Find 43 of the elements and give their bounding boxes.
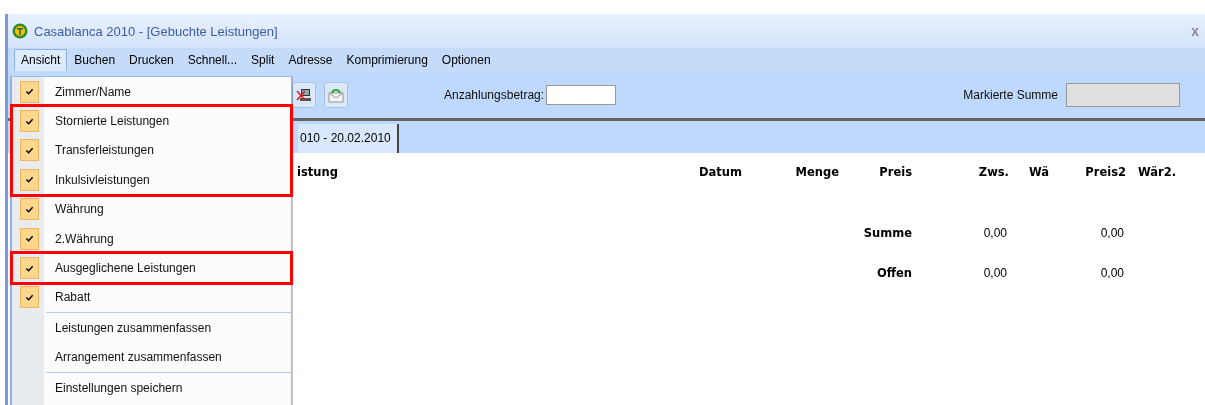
app-logo-icon xyxy=(12,23,28,39)
column-header: Preis2 xyxy=(1084,165,1126,179)
column-header: Datum xyxy=(699,165,743,179)
total-value: 0,00 xyxy=(982,266,1008,280)
menu-item[interactable]: Schnell... xyxy=(180,49,245,71)
menu-option[interactable]: Zimmer/Name xyxy=(55,84,131,99)
menu-option[interactable]: Ausgeglichene Leistungen xyxy=(55,261,196,276)
menu-option[interactable]: 2.Währung xyxy=(55,231,114,246)
computer-delete-icon xyxy=(296,87,312,103)
menu-option[interactable]: Transferleistungen xyxy=(55,143,154,158)
mail-button[interactable] xyxy=(324,82,348,108)
total-value: 0,00 xyxy=(1099,266,1125,280)
menu-option[interactable]: Leistungen zusammenfassen xyxy=(55,320,212,335)
date-range-tab[interactable]: 010 - 20.02.2010 xyxy=(298,124,399,153)
menu-option[interactable]: Einstellungen speichern xyxy=(55,380,183,395)
menu-item[interactable]: Adresse xyxy=(281,49,340,71)
menu-item[interactable]: Drucken xyxy=(122,49,181,71)
column-header: Preis xyxy=(878,165,912,179)
envelope-icon xyxy=(328,87,344,103)
total-value: 0,00 xyxy=(982,226,1008,240)
column-header: Wä xyxy=(1027,165,1049,179)
window-title: Casablanca 2010 - [Gebuchte Leistungen] xyxy=(34,23,278,39)
column-header: Menge xyxy=(794,165,839,179)
menu-option[interactable]: Inkulsivleistungen xyxy=(55,172,150,187)
menu-item[interactable]: Split xyxy=(244,49,282,71)
column-header: istung xyxy=(296,165,339,179)
column-header: Zws. xyxy=(977,165,1009,179)
menu-item[interactable]: Buchen xyxy=(67,49,123,71)
total-value: 0,00 xyxy=(1099,226,1125,240)
menu-option[interactable]: Stornierte Leistungen xyxy=(55,114,170,129)
marked-sum-label: Markierte Summe xyxy=(963,88,1058,102)
menu-item[interactable]: Ansicht xyxy=(14,49,68,71)
menu-option[interactable]: Währung xyxy=(55,202,104,217)
menu-item[interactable]: Komprimierung xyxy=(339,49,435,71)
total-label: Offen xyxy=(875,266,912,280)
total-label: Summe xyxy=(862,226,912,240)
menu-item[interactable]: Optionen xyxy=(434,49,498,71)
delete-button[interactable] xyxy=(292,82,316,108)
menu-option[interactable]: Rabatt xyxy=(55,290,91,305)
deposit-label: Anzahlungsbetrag: xyxy=(444,88,545,102)
deposit-field[interactable] xyxy=(546,85,617,105)
menu-option[interactable]: Arrangement zusammenfassen xyxy=(55,350,222,365)
column-header: Wär2. xyxy=(1136,165,1176,179)
